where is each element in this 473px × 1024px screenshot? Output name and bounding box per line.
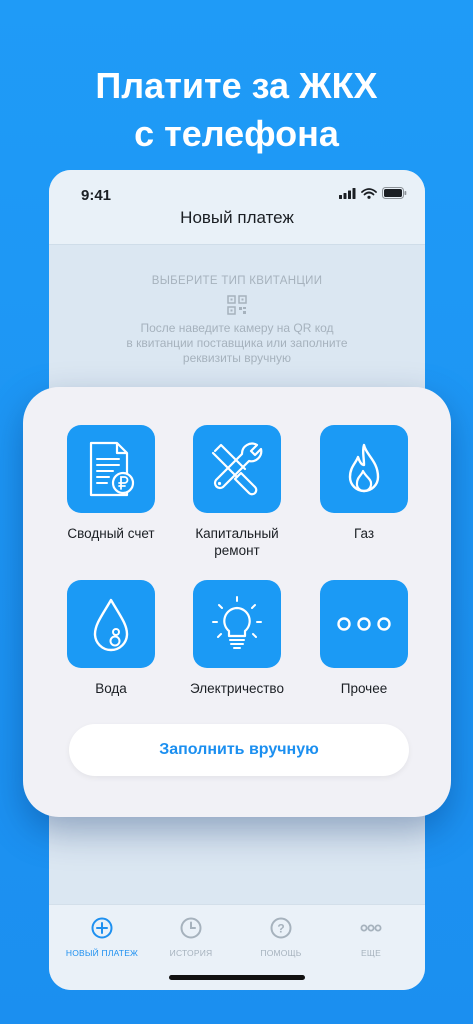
tile-label: Электричество: [190, 681, 284, 696]
tab-label: ПОМОЩЬ: [260, 948, 302, 958]
tile-label: Газ: [353, 526, 375, 541]
status-time: 9:41: [81, 187, 112, 204]
category-gas[interactable]: Газ: [299, 425, 429, 542]
tab-help[interactable]: ? ПОМОЩЬ: [236, 917, 326, 958]
tile-icon-box: [67, 580, 155, 668]
category-card: Сводный счет Капитальный ремонт Газ Вода…: [23, 387, 451, 817]
hint-line-3: реквизиты вручную: [182, 351, 292, 365]
tile-icon-box: [320, 425, 408, 513]
tile-icon-box: [67, 425, 155, 513]
clock-icon: [180, 917, 202, 939]
category-capital-repair[interactable]: Капитальный ремонт: [172, 425, 302, 559]
tile-icon-box: [193, 580, 281, 668]
wrench-screwdriver-icon: [211, 442, 263, 496]
home-indicator: [169, 975, 305, 980]
tab-history[interactable]: ИСТОРИЯ: [146, 917, 236, 958]
signal-icon: [339, 187, 356, 199]
category-other[interactable]: Прочее: [299, 580, 429, 697]
hint-title: ВЫБЕРИТЕ ТИП КВИТАНЦИИ: [151, 275, 323, 287]
more-icon: [360, 924, 382, 932]
qr-code-icon: [227, 295, 247, 315]
scan-hint: ВЫБЕРИТЕ ТИП КВИТАНЦИИ После наведите ка…: [49, 275, 425, 366]
tab-more[interactable]: ЕЩЕ: [326, 917, 416, 958]
tab-label: ИСТОРИЯ: [169, 948, 213, 958]
light-bulb-icon: [212, 596, 262, 649]
plus-circle-icon: [91, 917, 113, 939]
tile-label: Капитальный ремонт: [172, 525, 302, 559]
headline-line-2: с телефона: [134, 113, 339, 154]
hint-line-2: в квитанции поставщика или заполните: [126, 336, 348, 350]
more-dots-icon: [337, 617, 391, 631]
tab-new-payment[interactable]: НОВЫЙ ПЛАТЕЖ: [57, 917, 147, 958]
battery-icon: [382, 187, 407, 199]
svg-text:?: ?: [277, 922, 284, 936]
category-water[interactable]: Вода: [46, 580, 176, 697]
tab-label: НОВЫЙ ПЛАТЕЖ: [65, 948, 139, 958]
screen-title: Новый платеж: [180, 208, 294, 227]
tile-icon-box: [320, 580, 408, 668]
tile-label: Сводный счет: [67, 526, 155, 541]
tile-label: Вода: [95, 681, 127, 696]
tab-bar: НОВЫЙ ПЛАТЕЖ ИСТОРИЯ ? ПОМОЩЬ ЕЩЕ: [49, 904, 425, 990]
tile-label-line-1: Капитальный: [195, 526, 279, 541]
headline: Платите за ЖКХ с телефона: [0, 62, 473, 158]
tile-label: Прочее: [340, 681, 388, 696]
water-drop-icon: [93, 598, 129, 652]
wifi-icon: [361, 187, 377, 199]
flame-icon: [348, 443, 380, 493]
category-summary-bill[interactable]: Сводный счет: [46, 425, 176, 542]
status-icons: [339, 187, 407, 199]
tile-label-line-2: ремонт: [214, 543, 260, 558]
help-circle-icon: ?: [270, 917, 292, 939]
navigation-header: 9:41 Новый платеж: [49, 170, 425, 245]
invoice-ruble-icon: [89, 441, 135, 497]
category-electricity[interactable]: Электричество: [172, 580, 302, 697]
tab-label: ЕЩЕ: [361, 948, 381, 958]
hint-line-1: После наведите камеру на QR код: [140, 321, 334, 335]
headline-line-1: Платите за ЖКХ: [95, 65, 378, 106]
fill-manually-button[interactable]: Заполнить вручную: [69, 724, 409, 776]
tile-icon-box: [193, 425, 281, 513]
